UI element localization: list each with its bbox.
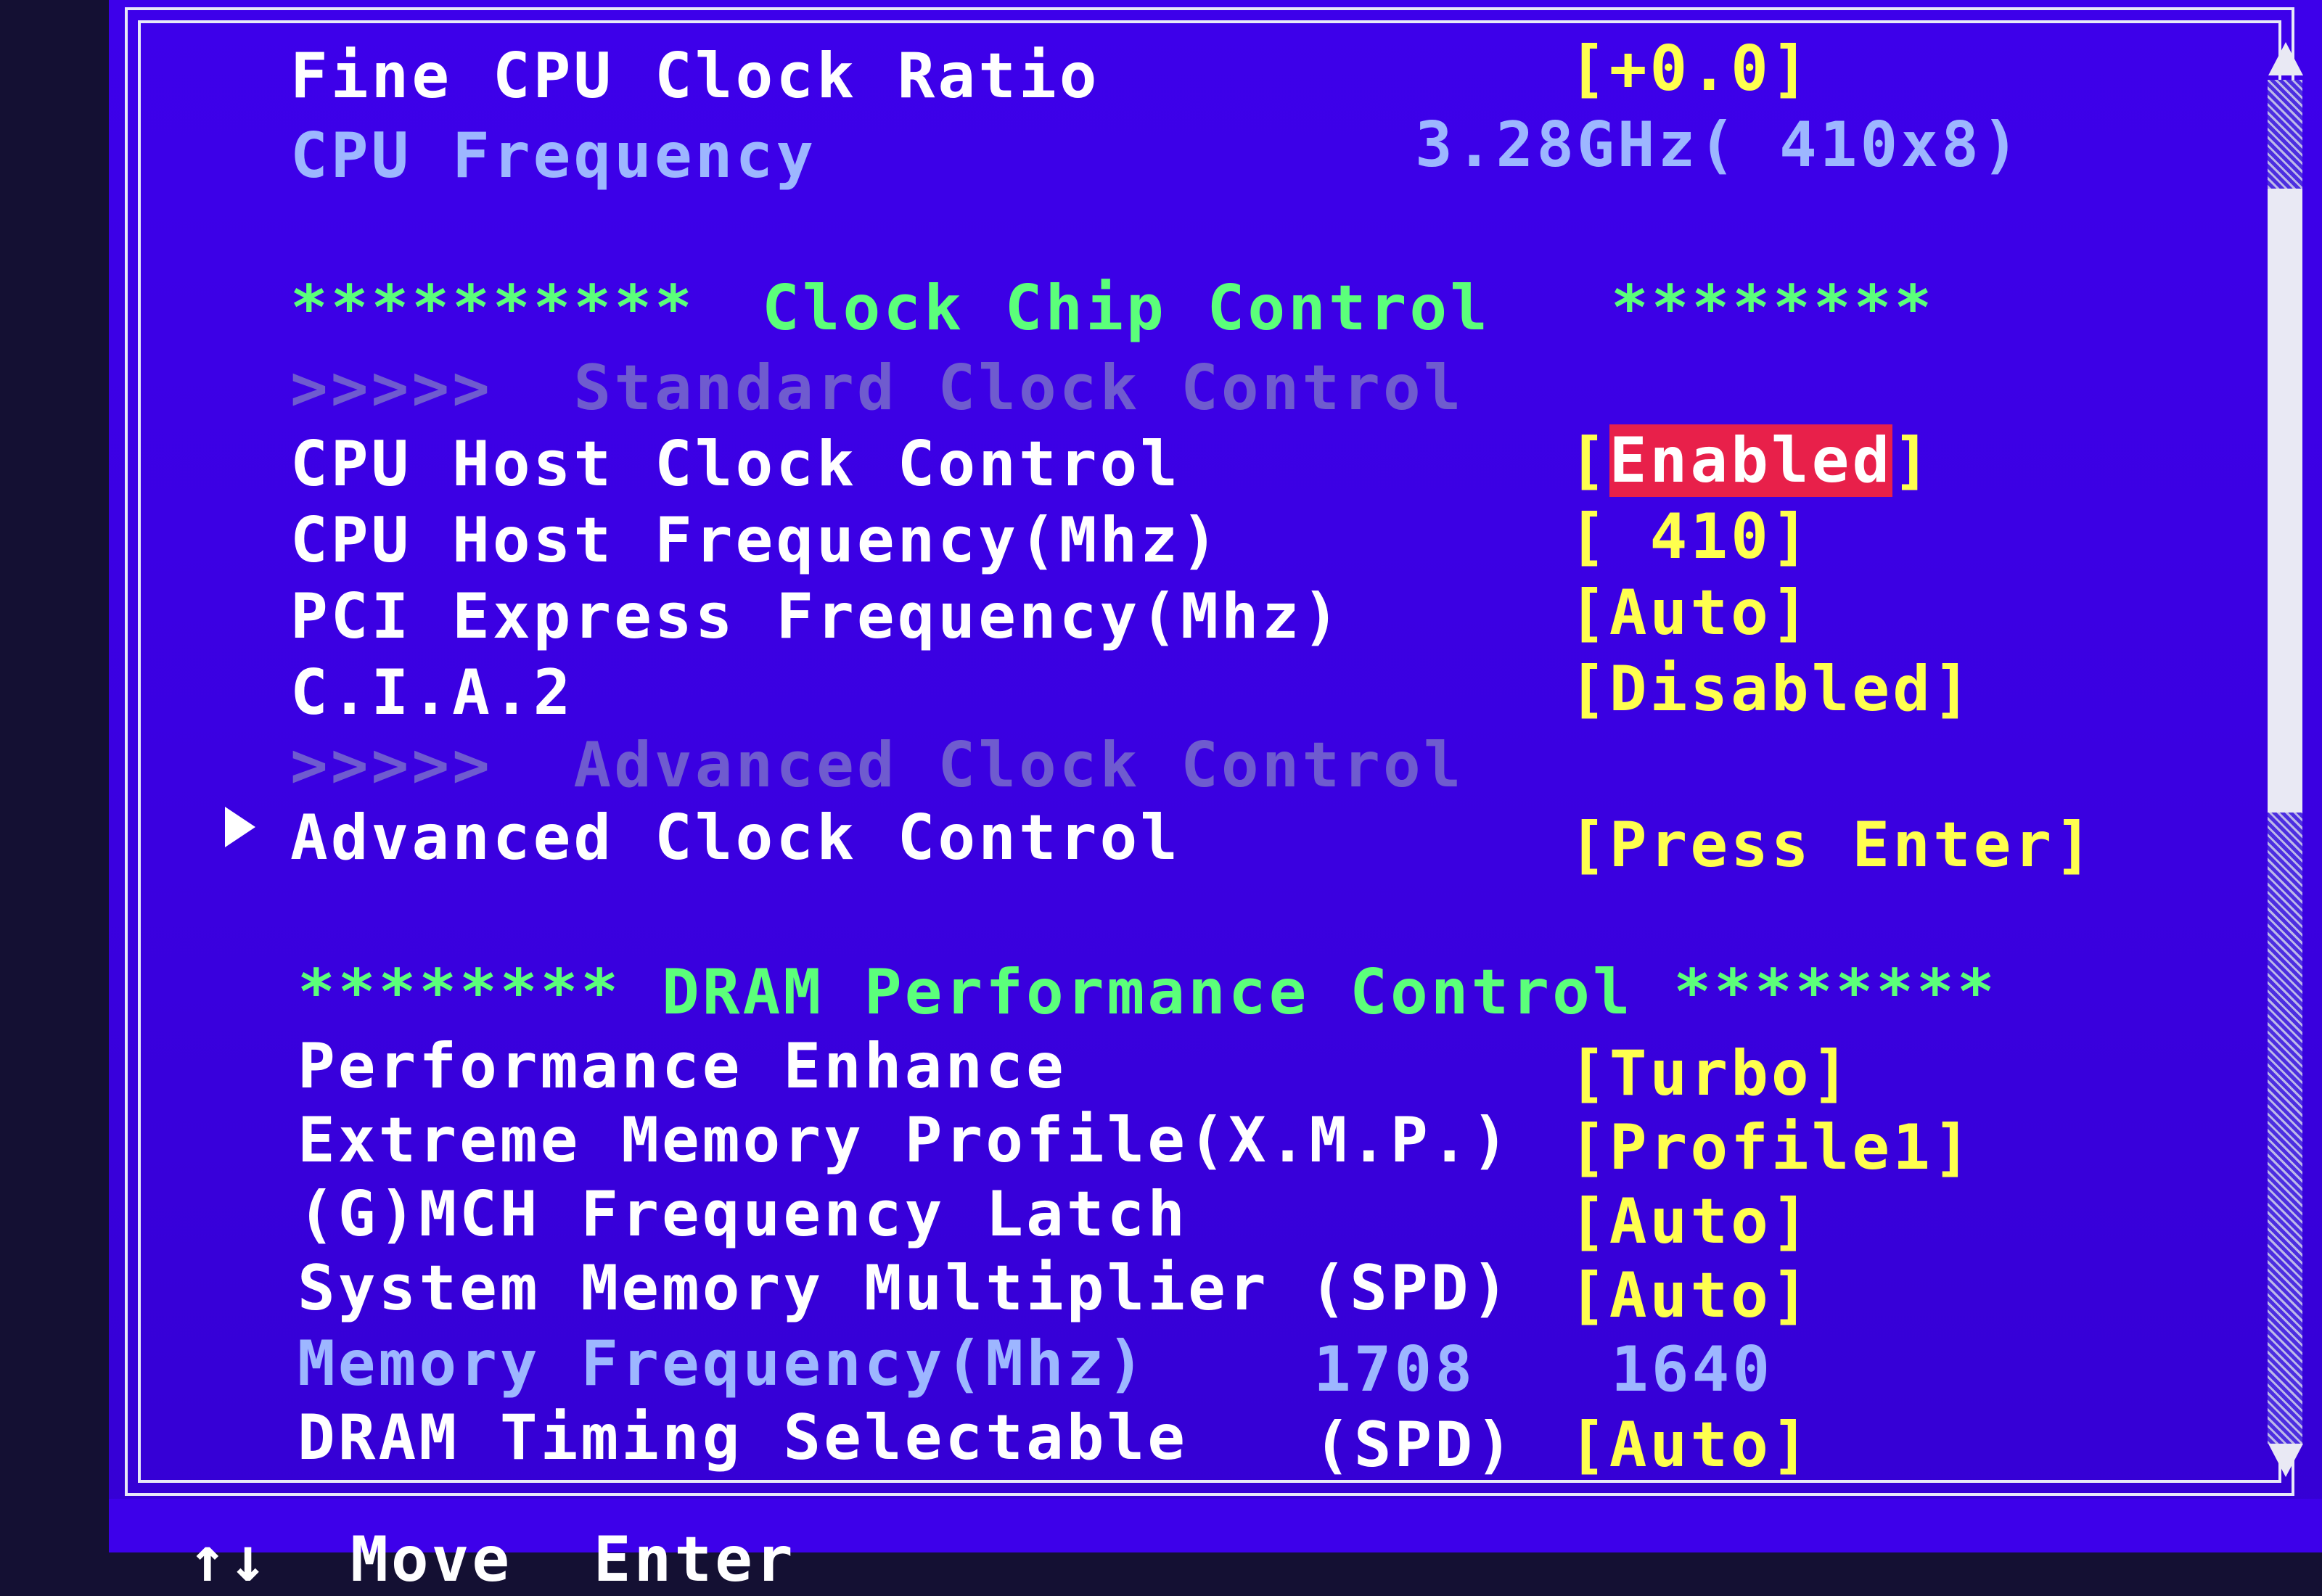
system-memory-multiplier-value[interactable]: [Auto] bbox=[1569, 1259, 1812, 1332]
cpu-host-frequency-value[interactable]: [ 410] bbox=[1569, 501, 1812, 573]
scrollbar-track[interactable] bbox=[2268, 80, 2302, 1444]
memory-frequency-label: Memory Frequency(Mhz) bbox=[298, 1328, 1148, 1400]
submenu-arrow-icon bbox=[225, 807, 255, 847]
performance-enhance-value[interactable]: [Turbo] bbox=[1569, 1037, 1852, 1110]
bios-screen: Fine CPU Clock Ratio [+0.0] CPU Frequenc… bbox=[109, 0, 2322, 1596]
cpu-host-clock-control-label[interactable]: CPU Host Clock Control bbox=[290, 428, 1181, 501]
cpu-host-clock-control-value[interactable]: [Enabled] bbox=[1569, 424, 1933, 497]
memory-frequency-current-value: 1640 bbox=[1611, 1333, 1773, 1406]
scroll-up-arrow-icon[interactable] bbox=[2268, 42, 2303, 75]
bracket-close: ] bbox=[1892, 424, 1933, 497]
clock-chip-stars-left: ********** bbox=[290, 272, 695, 345]
clock-chip-stars-right: ******** bbox=[1611, 272, 1935, 345]
pci-express-frequency-value[interactable]: [Auto] bbox=[1569, 577, 1812, 649]
cia2-value[interactable]: [Disabled] bbox=[1569, 653, 1974, 725]
cpu-frequency-value: 3.28GHz( 410x8) bbox=[1415, 109, 2022, 181]
advanced-clock-control-label[interactable]: Advanced Clock Control bbox=[290, 802, 1181, 874]
cia2-label[interactable]: C.I.A.2 bbox=[290, 657, 573, 729]
dram-timing-selectable-label[interactable]: DRAM Timing Selectable bbox=[298, 1402, 1188, 1474]
bottom-help-hint: ↑↓ Move Enter bbox=[189, 1523, 796, 1596]
gmch-frequency-latch-label[interactable]: (G)MCH Frequency Latch bbox=[298, 1178, 1188, 1251]
scrollbar-thumb[interactable] bbox=[2268, 189, 2302, 813]
fine-cpu-ratio-value[interactable]: [+0.0] bbox=[1569, 33, 1812, 105]
standard-clock-control-subheader: >>>>> Standard Clock Control bbox=[290, 352, 1464, 424]
fine-cpu-ratio-label[interactable]: Fine CPU Clock Ratio bbox=[290, 40, 1100, 112]
cpu-frequency-label: CPU Frequency bbox=[290, 120, 817, 192]
cpu-host-frequency-label[interactable]: CPU Host Frequency(Mhz) bbox=[290, 504, 1221, 577]
dram-timing-selectable-value[interactable]: [Auto] bbox=[1569, 1409, 1812, 1481]
pci-express-frequency-label[interactable]: PCI Express Frequency(Mhz) bbox=[290, 580, 1342, 653]
system-memory-multiplier-label[interactable]: System Memory Multiplier (SPD) bbox=[298, 1252, 1511, 1325]
dram-performance-control-title: ******** DRAM Performance Control ******… bbox=[298, 956, 1998, 1029]
xmp-label[interactable]: Extreme Memory Profile(X.M.P.) bbox=[298, 1104, 1511, 1177]
advanced-clock-control-subheader: >>>>> Advanced Clock Control bbox=[290, 729, 1464, 802]
memory-frequency-spd-value: 1708 bbox=[1313, 1333, 1476, 1406]
selected-option-highlight[interactable]: Enabled bbox=[1609, 424, 1893, 497]
bracket-open: [ bbox=[1569, 424, 1609, 497]
dram-timing-spd-tag: (SPD) bbox=[1313, 1409, 1516, 1481]
gmch-frequency-latch-value[interactable]: [Auto] bbox=[1569, 1185, 1812, 1258]
performance-enhance-label[interactable]: Performance Enhance bbox=[298, 1030, 1067, 1103]
scroll-down-arrow-icon[interactable] bbox=[2268, 1444, 2303, 1477]
advanced-clock-control-value[interactable]: [Press Enter] bbox=[1569, 809, 2095, 881]
xmp-value[interactable]: [Profile1] bbox=[1569, 1111, 1974, 1184]
clock-chip-title: Clock Chip Control bbox=[762, 272, 1490, 345]
